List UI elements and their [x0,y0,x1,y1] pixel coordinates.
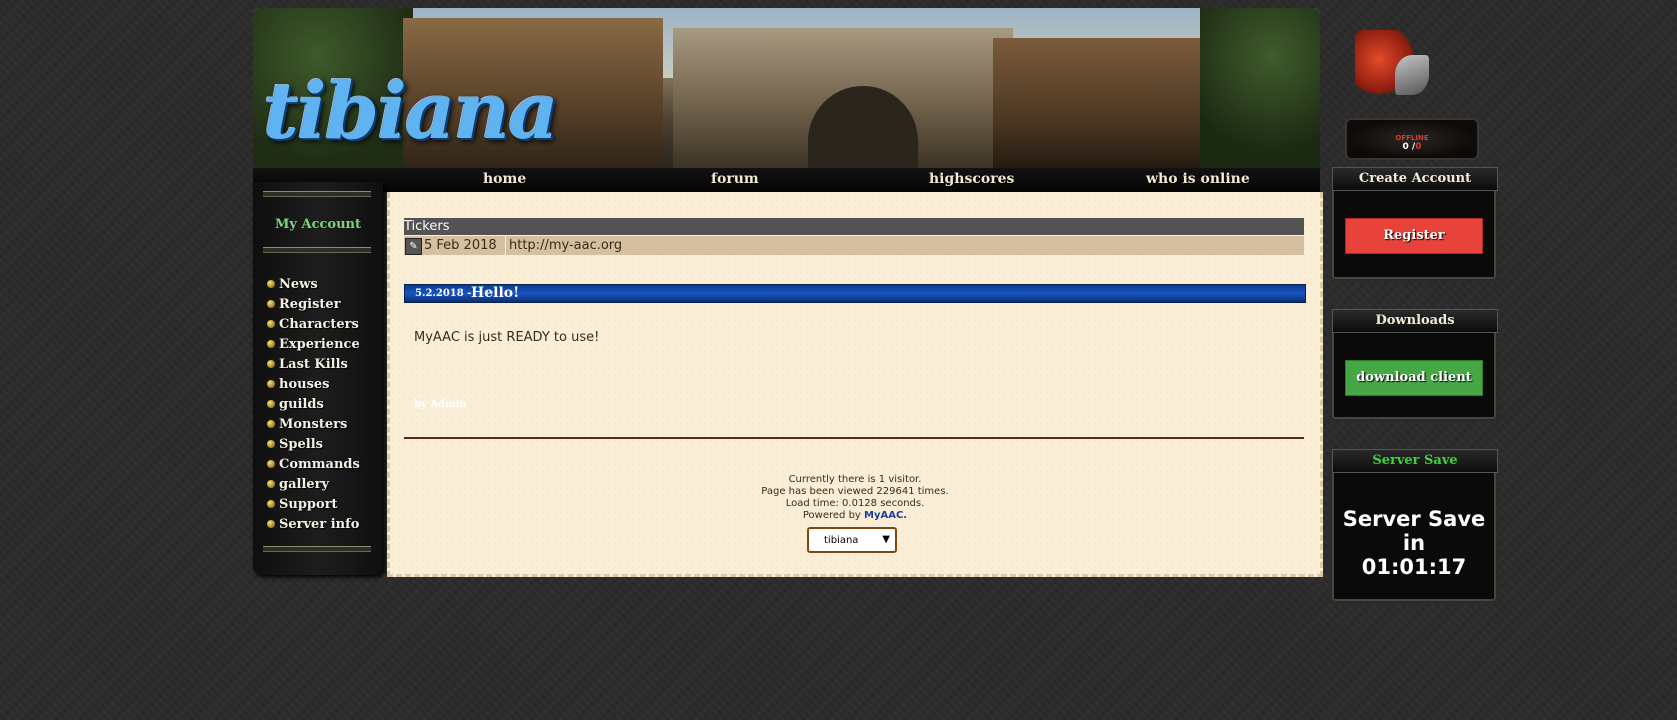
sidebar-item-label[interactable]: guilds [279,397,324,412]
server-save-countdown: Server Save in 01:01:17 [1332,507,1496,579]
downloads-title: Downloads [1332,309,1498,333]
bullet-icon [267,400,275,408]
footer-visitors: Currently there is 1 visitor. [788,474,922,485]
tickers-header: Tickers [404,218,1304,235]
sidebar-divider [263,191,371,197]
sidebar-divider [263,546,371,552]
nav-who-is-online[interactable]: who is online [1146,171,1250,187]
create-account-panel: Create Account Register [1329,167,1499,282]
bullet-icon [267,440,275,448]
nav-home[interactable]: home [483,171,526,187]
sidebar-item-label[interactable]: Server info [279,517,359,532]
sidebar-item-label[interactable]: Experience [279,337,360,352]
news-title: Hello! [471,285,520,301]
footer-powered-prefix: Powered by [802,510,865,521]
sidebar-item-label[interactable]: Commands [279,457,360,472]
sidebar-item-label[interactable]: Last Kills [279,357,348,372]
ticker-text: http://my-aac.org [509,238,623,253]
sidebar-item-label[interactable]: gallery [279,477,329,492]
sidebar-item-label[interactable]: News [279,277,318,292]
left-sidebar: My Account News Register Characters Expe… [253,182,383,575]
bullet-icon [267,360,275,368]
footer-views: Page has been viewed 229641 times. [761,486,949,497]
news-author: by Admin [414,399,467,410]
sidebar-menu: News Register Characters Experience Last… [267,274,360,534]
dragon-wing-icon [1395,55,1429,95]
sidebar-item-label[interactable]: Monsters [279,417,347,432]
sidebar-item-monsters[interactable]: Monsters [267,414,360,434]
create-account-title: Create Account [1332,167,1498,191]
myaac-link[interactable]: MyAAC. [864,510,907,521]
bullet-icon [267,380,275,388]
main-content: Tickers ✎ 5 Feb 2018 http://my-aac.org 5… [387,192,1323,577]
sidebar-item-last-kills[interactable]: Last Kills [267,354,360,374]
bullet-icon [267,420,275,428]
bullet-icon [267,320,275,328]
server-status-text: OFFLINE [1395,134,1429,142]
download-client-button[interactable]: download client [1345,360,1483,396]
bullet-icon [267,520,275,528]
sidebar-item-commands[interactable]: Commands [267,454,360,474]
register-button[interactable]: Register [1345,218,1483,254]
sidebar-item-spells[interactable]: Spells [267,434,360,454]
sidebar-item-label[interactable]: houses [279,377,329,392]
nav-highscores[interactable]: highscores [929,171,1014,187]
bullet-icon [267,480,275,488]
news-date: 5.2.2018 - [415,288,472,299]
template-select-value: tibiana [824,535,859,546]
ticker-date: 5 Feb 2018 [424,238,497,253]
players-online: 0 [1402,142,1409,152]
scroll-icon[interactable]: ✎ [405,238,422,255]
sidebar-item-label[interactable]: Spells [279,437,323,452]
news-body: MyAAC is just READY to use! [414,330,600,345]
bullet-icon [267,460,275,468]
sidebar-item-experience[interactable]: Experience [267,334,360,354]
ticker-row: ✎ 5 Feb 2018 http://my-aac.org [404,236,1304,255]
players-max: 0 [1415,142,1422,152]
sidebar-item-label[interactable]: Support [279,497,338,512]
server-save-line1: Server Save [1342,507,1486,531]
sidebar-item-support[interactable]: Support [267,494,360,514]
sidebar-divider [263,247,371,253]
ticker-separator [505,236,506,255]
my-account-link[interactable]: My Account [253,217,383,232]
bullet-icon [267,340,275,348]
dropdown-arrow-icon: ▼ [882,534,890,545]
header-banner: tibiana [253,8,1320,168]
news-divider [404,437,1304,439]
sidebar-item-news[interactable]: News [267,274,360,294]
news-header: 5.2.2018 - Hello! [404,284,1306,303]
bullet-icon [267,300,275,308]
server-save-time: 01:01:17 [1361,555,1467,579]
downloads-panel: Downloads download client [1329,309,1499,422]
sidebar-item-register[interactable]: Register [267,294,360,314]
sidebar-item-label[interactable]: Characters [279,317,359,332]
footer-powered: Powered by MyAAC. [390,510,1320,522]
site-logo[interactable]: tibiana [263,66,559,157]
footer-load-time: Load time: 0.0128 seconds. [785,498,925,509]
sidebar-item-label[interactable]: Register [279,297,341,312]
banner-house-right [993,38,1233,168]
template-select[interactable]: tibiana ▼ [807,527,897,553]
server-save-line2: in [1402,531,1426,555]
sidebar-item-gallery[interactable]: gallery [267,474,360,494]
players-online-count: 0 /0 [1347,142,1477,152]
top-navigation: home forum highscores who is online [253,168,1320,192]
nav-forum[interactable]: forum [711,171,759,187]
sidebar-item-characters[interactable]: Characters [267,314,360,334]
bullet-icon [267,500,275,508]
sidebar-item-houses[interactable]: houses [267,374,360,394]
page-footer: Currently there is 1 visitor. Page has b… [390,474,1320,522]
server-save-panel: Server Save Server Save in 01:01:17 [1329,449,1499,604]
banner-trees-right [1200,8,1320,168]
bullet-icon [267,280,275,288]
right-sidebar: OFFLINE 0 /0 Create Account Register Dow… [1320,0,1500,720]
sidebar-item-guilds[interactable]: guilds [267,394,360,414]
server-save-title: Server Save [1332,449,1498,473]
server-status-box: OFFLINE 0 /0 [1345,118,1479,160]
sidebar-item-server-info[interactable]: Server info [267,514,360,534]
